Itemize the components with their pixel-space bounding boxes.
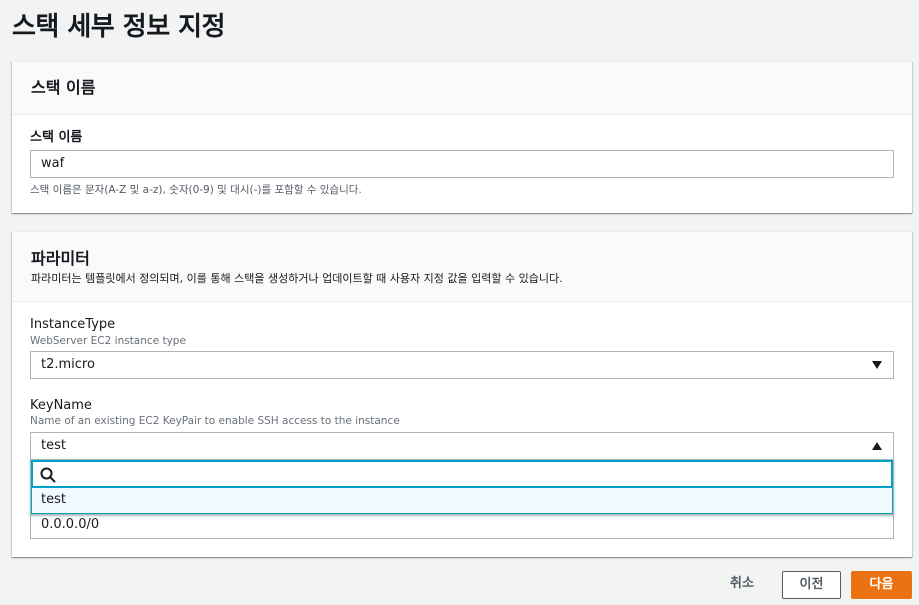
instance-type-select[interactable]: t2.micro (30, 351, 894, 379)
stack-name-label: 스택 이름 (30, 130, 83, 145)
page-title: 스택 세부 정보 지정 (12, 12, 226, 42)
stack-name-input[interactable]: waf (30, 150, 894, 178)
instance-type-description: WebServer EC2 instance type (30, 335, 186, 347)
next-button[interactable]: 다음 (851, 571, 912, 599)
cancel-button[interactable]: 취소 (716, 571, 768, 599)
key-name-option[interactable]: test (31, 488, 893, 514)
parameters-panel-header: 파라미터 파라미터는 템플릿에서 정의되며, 이를 통해 스택을 생성하거나 업… (12, 232, 912, 302)
key-name-value: test (41, 438, 66, 453)
ssh-location-input[interactable]: 0.0.0.0/0 (30, 511, 894, 539)
key-name-dropdown: test (30, 459, 894, 515)
instance-type-value: t2.micro (41, 357, 95, 372)
parameters-panel: 파라미터 파라미터는 템플릿에서 정의되며, 이를 통해 스택을 생성하거나 업… (12, 231, 912, 557)
stack-name-panel-title: 스택 이름 (31, 78, 96, 97)
key-name-label: KeyName (30, 398, 92, 413)
key-name-description: Name of an existing EC2 KeyPair to enabl… (30, 415, 400, 427)
caret-up-icon (872, 442, 882, 450)
ssh-location-value: 0.0.0.0/0 (41, 517, 100, 532)
parameters-panel-title: 파라미터 (31, 249, 90, 268)
key-name-select[interactable]: test (30, 432, 894, 460)
caret-down-icon (872, 361, 882, 369)
key-name-filter-input[interactable] (31, 460, 893, 488)
stack-name-panel: 스택 이름 스택 이름 waf 스택 이름은 문자(A-Z 및 a-z), 숫자… (12, 61, 912, 213)
search-icon (40, 467, 56, 483)
parameters-panel-description: 파라미터는 템플릿에서 정의되며, 이를 통해 스택을 생성하거나 업데이트할 … (31, 272, 563, 285)
stack-name-panel-header: 스택 이름 (12, 62, 912, 115)
previous-button[interactable]: 이전 (782, 571, 841, 599)
instance-type-label: InstanceType (30, 317, 116, 332)
stack-name-hint: 스택 이름은 문자(A-Z 및 a-z), 숫자(0-9) 및 대시(-)를 포… (30, 184, 362, 196)
